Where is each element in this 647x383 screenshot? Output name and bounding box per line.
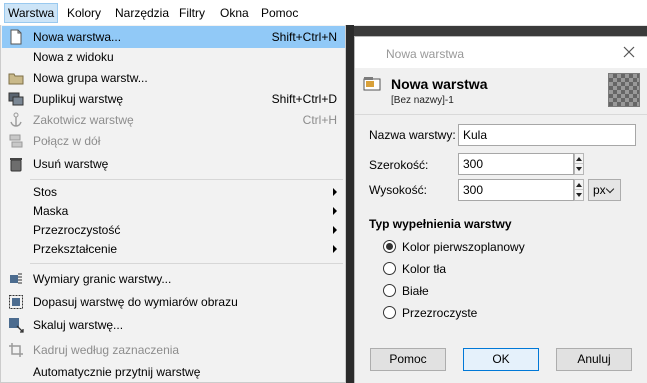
menu-item-label: Nowa warstwa... — [33, 30, 122, 44]
menu-item-label: Maska — [33, 204, 69, 218]
shortcut: Shift+Ctrl+D — [271, 92, 337, 106]
menu-item-duplicate-layer[interactable]: Duplikuj warstwę Shift+Ctrl+D — [2, 88, 345, 110]
shortcut: Shift+Ctrl+N — [271, 30, 337, 44]
menu-item-label: Automatycznie przytnij warstwę — [33, 365, 201, 379]
dialog-titlebar: Nowa warstwa — [355, 37, 647, 68]
menu-item-crop-to-selection[interactable]: Kadruj według zaznaczenia — [2, 339, 345, 361]
menu-item-label: Nowa z widoku — [33, 50, 114, 64]
submenu-arrow-icon — [333, 245, 337, 253]
menu-item-label: Zakotwicz warstwę — [33, 113, 134, 127]
height-spinner[interactable] — [574, 179, 584, 201]
menu-kolory[interactable]: Kolory — [64, 3, 104, 23]
menu-warstwa[interactable]: Warstwa — [4, 3, 59, 23]
radio-foreground[interactable] — [383, 240, 396, 253]
layer-boundary-icon — [10, 273, 22, 285]
radio-transparent[interactable] — [383, 306, 396, 319]
menu-item-layer-boundary-size[interactable]: Wymiary granic warstwy... — [2, 268, 345, 290]
menu-item-label: Przezroczystość — [33, 223, 121, 237]
dialog-header: Nowa warstwa [Bez nazwy]-1 — [355, 68, 647, 114]
menu-item-label: Usuń warstwę — [33, 157, 109, 171]
layer-menu: Nowa warstwa... Shift+Ctrl+N Nowa z wido… — [0, 25, 346, 383]
image-name: [Bez nazwy]-1 — [391, 95, 454, 106]
menu-filtry[interactable]: Filtry — [176, 3, 208, 23]
menu-item-layer-to-image-size[interactable]: Dopasuj warstwę do wymiarów obrazu — [2, 291, 345, 313]
dialog-header-title: Nowa warstwa — [391, 76, 488, 92]
crop-icon — [9, 343, 23, 357]
menu-bar: Warstwa Kolory Narzędzia Filtry Okna Pom… — [0, 0, 647, 26]
width-label: Szerokość: — [369, 158, 429, 172]
radio-white[interactable] — [383, 284, 396, 297]
merge-down-icon — [9, 134, 23, 148]
radio-background[interactable] — [383, 262, 396, 275]
chevron-down-icon — [605, 184, 615, 194]
menu-item-merge-down[interactable]: Połącz w dół — [2, 130, 345, 152]
ok-button[interactable]: OK — [463, 348, 539, 371]
close-icon[interactable] — [621, 44, 637, 60]
menu-item-label: Stos — [33, 185, 58, 199]
radio-label-background[interactable]: Kolor tła — [402, 262, 446, 276]
spin-divider — [575, 163, 583, 164]
layer-name-label: Nazwa warstwy: — [369, 128, 456, 142]
spin-down-icon[interactable] — [576, 193, 582, 197]
cancel-button[interactable]: Anuluj — [556, 348, 632, 371]
menu-item-label: Przekształcenie — [33, 242, 118, 256]
layer-icon — [363, 77, 381, 91]
shortcut: Ctrl+H — [302, 113, 337, 127]
menu-item-anchor-layer[interactable]: Zakotwicz warstwę Ctrl+H — [2, 109, 345, 131]
layer-preview-thumbnail — [608, 73, 640, 107]
new-layer-icon — [10, 29, 22, 45]
menu-pomoc[interactable]: Pomoc — [258, 3, 301, 23]
dialog-window-title: Nowa warstwa — [386, 47, 465, 61]
menu-item-label: Nowa grupa warstw... — [33, 71, 148, 85]
submenu-arrow-icon — [333, 226, 337, 234]
menu-item-label: Dopasuj warstwę do wymiarów obrazu — [33, 295, 238, 309]
submenu-arrow-icon — [333, 207, 337, 215]
radio-label-foreground[interactable]: Kolor pierwszoplanowy — [402, 240, 525, 254]
height-field[interactable]: 300 — [458, 179, 574, 201]
folder-icon — [8, 73, 24, 85]
layer-name-field[interactable]: Kula — [458, 124, 636, 146]
menu-item-new-from-visible[interactable]: Nowa z widoku — [2, 46, 345, 68]
fit-layer-icon — [9, 295, 23, 309]
menu-item-label: Połącz w dół — [33, 134, 101, 148]
menu-item-new-layer-group[interactable]: Nowa grupa warstw... — [2, 67, 345, 89]
radio-label-white[interactable]: Białe — [402, 284, 429, 298]
width-field[interactable]: 300 — [458, 153, 574, 175]
unit-value: px — [593, 183, 606, 197]
menu-separator — [30, 263, 343, 264]
menu-item-crop-to-content[interactable]: Automatycznie przytnij warstwę — [2, 361, 345, 383]
spin-down-icon[interactable] — [576, 167, 582, 171]
menu-item-label: Wymiary granic warstwy... — [33, 272, 172, 286]
menu-item-label: Duplikuj warstwę — [33, 92, 124, 106]
spin-divider — [575, 189, 583, 190]
gimp-window: Warstwa Kolory Narzędzia Filtry Okna Pom… — [0, 0, 647, 383]
menu-item-delete-layer[interactable]: Usuń warstwę — [2, 153, 345, 175]
header-separator — [355, 114, 647, 115]
width-spinner[interactable] — [574, 153, 584, 175]
duplicate-icon — [8, 92, 24, 106]
submenu-arrow-icon — [333, 188, 337, 196]
menu-item-transform[interactable]: Przekształcenie — [2, 238, 345, 260]
fill-type-title: Typ wypełnienia warstwy — [369, 217, 512, 231]
trash-icon — [10, 158, 22, 172]
menu-item-new-layer[interactable]: Nowa warstwa... Shift+Ctrl+N — [2, 26, 345, 48]
spin-up-icon[interactable] — [576, 183, 582, 187]
radio-label-transparent[interactable]: Przezroczyste — [402, 306, 477, 320]
spin-up-icon[interactable] — [576, 157, 582, 161]
menu-okna[interactable]: Okna — [217, 3, 252, 23]
menu-narzedzia[interactable]: Narzędzia — [112, 3, 172, 23]
help-button[interactable]: Pomoc — [370, 348, 446, 371]
anchor-icon — [10, 112, 22, 127]
unit-select[interactable]: px — [588, 179, 621, 201]
menu-item-scale-layer[interactable]: Skaluj warstwę... — [2, 314, 345, 336]
menu-separator — [30, 179, 343, 180]
menu-item-label: Kadruj według zaznaczenia — [33, 343, 180, 357]
scale-layer-icon — [9, 318, 24, 333]
canvas-edge — [346, 25, 354, 383]
height-label: Wysokość: — [369, 183, 427, 197]
new-layer-dialog: Nowa warstwa Nowa warstwa [Bez nazwy]-1 … — [354, 36, 647, 383]
menu-item-label: Skaluj warstwę... — [33, 318, 124, 332]
